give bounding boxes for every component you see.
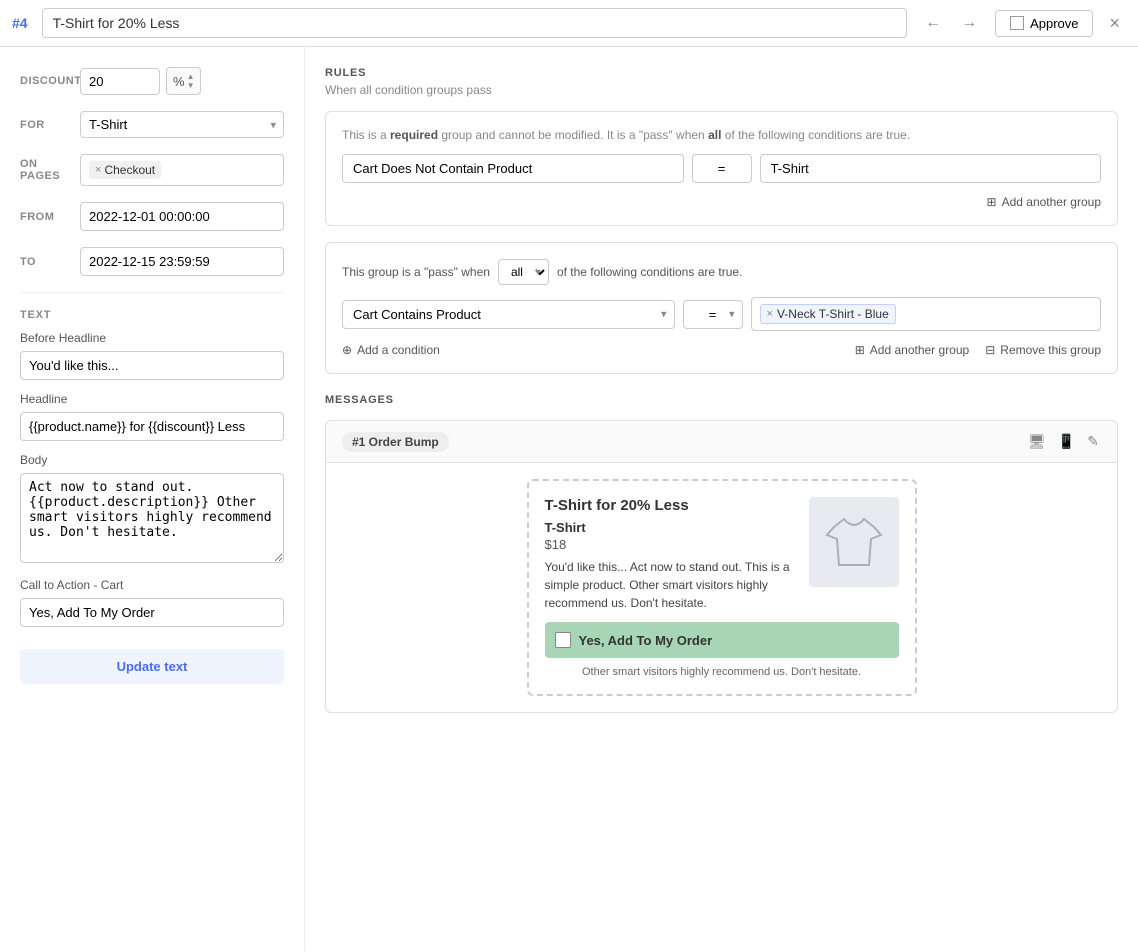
approve-button[interactable]: Approve: [995, 10, 1093, 37]
group2-actions: ⊕ Add a condition ⊞ Add another group ⊟ …: [342, 343, 1101, 357]
add-condition-button[interactable]: ⊕ Add a condition: [342, 343, 440, 357]
add-another-group-btn-1[interactable]: ⊞ Add another group: [987, 195, 1101, 209]
order-bump-badge: #1 Order Bump: [342, 432, 449, 452]
rules-subtitle: When all condition groups pass: [325, 83, 1118, 97]
required-notice: This is a required group and cannot be m…: [342, 128, 1101, 142]
add-condition-label: Add a condition: [357, 343, 440, 357]
add-another-group-label-2: Add another group: [870, 343, 969, 357]
headline-label: Headline: [20, 392, 284, 406]
title-input[interactable]: [42, 8, 907, 38]
from-label: FROM: [20, 211, 80, 223]
message-card: #1 Order Bump 🖥 📱 ✎ T-Shirt for 20% Less…: [325, 420, 1118, 713]
checkout-tag: × Checkout: [89, 161, 161, 179]
condition-value-1: [760, 154, 1102, 183]
bump-cta-label: Yes, Add To My Order: [579, 633, 713, 648]
group2-right-actions: ⊞ Add another group ⊟ Remove this group: [855, 343, 1101, 357]
close-button[interactable]: ×: [1103, 11, 1126, 36]
remove-group-button[interactable]: ⊟ Remove this group: [985, 343, 1101, 357]
remove-group-icon: ⊟: [985, 343, 995, 357]
rules-section: RULES When all condition groups pass Thi…: [325, 67, 1118, 374]
condition-group-2: This group is a "pass" when all of the f…: [325, 242, 1118, 374]
group1-footer: ⊞ Add another group: [342, 195, 1101, 209]
pass-when-prefix: This group is a "pass" when: [342, 265, 490, 279]
discount-input[interactable]: [80, 68, 160, 95]
left-panel: DISCOUNT % ▲ ▼ FOR T-Shirt: [0, 47, 305, 951]
message-card-body: T-Shirt for 20% Less T-Shirt $18 You'd l…: [326, 463, 1117, 712]
messages-title: MESSAGES: [325, 394, 1118, 406]
text-section-label: TEXT: [20, 309, 284, 321]
bump-text: T-Shirt for 20% Less T-Shirt $18 You'd l…: [545, 497, 797, 612]
to-label: TO: [20, 256, 80, 268]
condition-group-1: This is a required group and cannot be m…: [325, 111, 1118, 226]
message-card-icons: 🖥 📱 ✎: [1026, 431, 1101, 452]
condition-eq-1: [692, 154, 752, 183]
edit-button[interactable]: ✎: [1085, 431, 1101, 452]
vneck-tag-remove[interactable]: ×: [767, 308, 773, 320]
pass-when-select[interactable]: all: [498, 259, 549, 285]
body-label: Body: [20, 453, 284, 467]
condition-select-2[interactable]: Cart Contains Product: [342, 300, 675, 329]
add-another-group-label-1: Add another group: [1002, 195, 1101, 209]
cta-label: Call to Action - Cart: [20, 578, 284, 592]
condition-eq-select-2[interactable]: =: [683, 300, 743, 329]
bump-preview-product: T-Shirt: [545, 520, 797, 535]
headline-input[interactable]: [20, 412, 284, 441]
on-pages-field[interactable]: × Checkout: [80, 154, 284, 186]
to-input[interactable]: [80, 247, 284, 276]
bump-preview-desc: You'd like this... Act now to stand out.…: [545, 558, 797, 612]
for-select[interactable]: T-Shirt: [80, 111, 284, 138]
tshirt-icon: [819, 507, 889, 577]
before-headline-input[interactable]: [20, 351, 284, 380]
bump-cta-button[interactable]: Yes, Add To My Order: [545, 622, 899, 658]
condition-row-1: [342, 154, 1101, 183]
bump-preview: T-Shirt for 20% Less T-Shirt $18 You'd l…: [527, 479, 917, 696]
on-pages-label: ON PAGES: [20, 158, 80, 182]
tab-number: #4: [12, 15, 28, 31]
add-group-icon-1: ⊞: [987, 195, 997, 209]
condition-row-2: Cart Contains Product = × V-Neck T-Shirt…: [342, 297, 1101, 331]
mobile-view-button[interactable]: 📱: [1056, 431, 1077, 452]
condition-field-1: [342, 154, 684, 183]
condition-tag-value-2[interactable]: × V-Neck T-Shirt - Blue: [751, 297, 1102, 331]
next-button[interactable]: →: [953, 10, 985, 36]
approve-label: Approve: [1030, 16, 1078, 31]
before-headline-label: Before Headline: [20, 331, 284, 345]
prev-button[interactable]: ←: [917, 10, 949, 36]
update-text-button[interactable]: Update text: [20, 649, 284, 684]
add-another-group-btn-2[interactable]: ⊞ Add another group: [855, 343, 969, 357]
spin-arrows[interactable]: ▲ ▼: [187, 72, 195, 90]
bump-preview-title: T-Shirt for 20% Less: [545, 497, 797, 514]
checkout-tag-remove[interactable]: ×: [95, 164, 101, 176]
discount-unit: % ▲ ▼: [166, 67, 201, 95]
cta-input[interactable]: [20, 598, 284, 627]
rules-title: RULES: [325, 67, 1118, 79]
bump-footer-text: Other smart visitors highly recommend us…: [545, 666, 899, 678]
add-group-icon-2: ⊞: [855, 343, 865, 357]
remove-group-label: Remove this group: [1000, 343, 1101, 357]
pass-when-suffix: of the following conditions are true.: [557, 265, 742, 279]
nav-arrows: ← →: [917, 10, 985, 36]
pass-when-row: This group is a "pass" when all of the f…: [342, 259, 1101, 285]
for-label: FOR: [20, 119, 80, 131]
messages-section: MESSAGES #1 Order Bump 🖥 📱 ✎ T-Shirt for: [325, 394, 1118, 713]
discount-label: DISCOUNT: [20, 75, 80, 87]
from-input[interactable]: [80, 202, 284, 231]
right-panel: RULES When all condition groups pass Thi…: [305, 47, 1138, 951]
plus-circle-icon: ⊕: [342, 343, 352, 357]
bump-preview-price: $18: [545, 537, 797, 552]
checkout-tag-label: Checkout: [104, 163, 155, 177]
vneck-tag: × V-Neck T-Shirt - Blue: [760, 304, 896, 324]
cta-checkbox: [555, 632, 571, 648]
desktop-view-button[interactable]: 🖥: [1026, 431, 1048, 452]
bump-image: [809, 497, 899, 587]
vneck-tag-label: V-Neck T-Shirt - Blue: [777, 307, 889, 321]
body-textarea[interactable]: Act now to stand out. {{product.descript…: [20, 473, 284, 563]
message-card-header: #1 Order Bump 🖥 📱 ✎: [326, 421, 1117, 463]
approve-checkbox: [1010, 16, 1024, 30]
